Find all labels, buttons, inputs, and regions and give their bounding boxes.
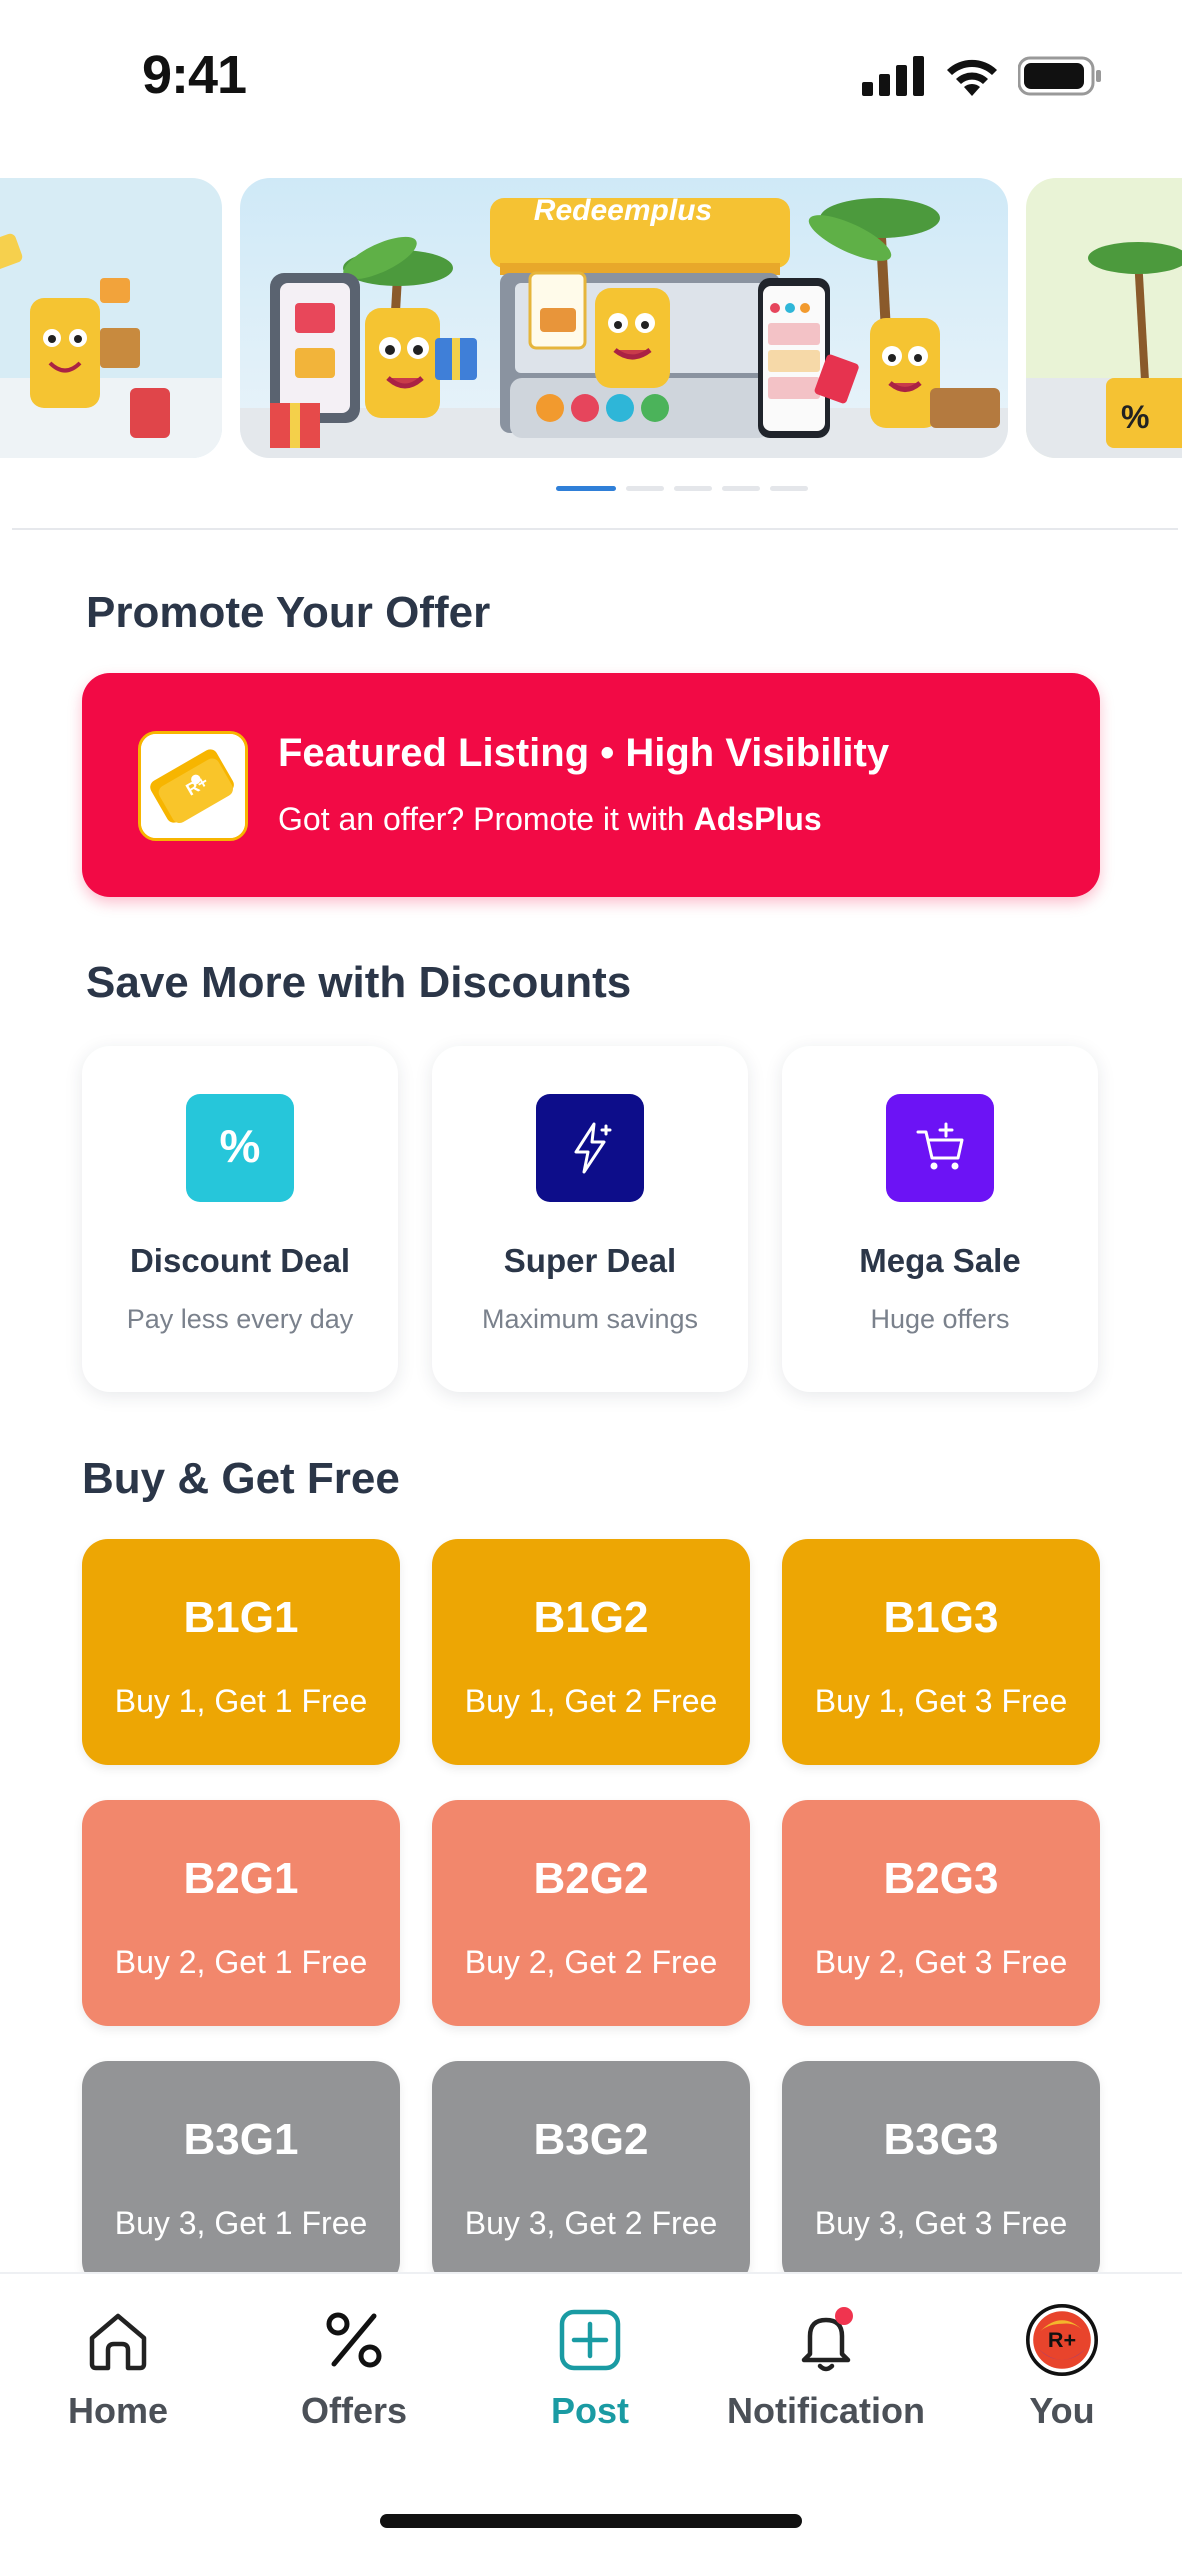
- nav-label: You: [1029, 2390, 1095, 2431]
- nav-notification[interactable]: Notification: [708, 2274, 944, 2474]
- offer-tile-b2g1[interactable]: B2G1 Buy 2, Get 1 Free: [82, 1800, 400, 2026]
- plus-square-icon: [554, 2304, 626, 2376]
- offer-tile-desc: Buy 3, Get 2 Free: [464, 2205, 718, 2241]
- offer-tile-desc: Buy 2, Get 1 Free: [114, 1944, 368, 1980]
- offer-tile-b1g1[interactable]: B1G1 Buy 1, Get 1 Free: [82, 1539, 400, 1765]
- offer-tile-b3g3[interactable]: B3G3 Buy 3, Get 3 Free: [782, 2061, 1100, 2272]
- offer-tile-b2g2[interactable]: B2G2 Buy 2, Get 2 Free: [432, 1800, 750, 2026]
- offer-tile-b3g2[interactable]: B3G2 Buy 3, Get 2 Free: [432, 2061, 750, 2272]
- home-indicator[interactable]: [380, 2514, 802, 2528]
- offer-tile-code: B1G1: [183, 1593, 299, 1642]
- bell-icon: [790, 2304, 862, 2376]
- offer-tile-desc: Buy 1, Get 1 Free: [114, 1683, 368, 1719]
- nav-label: Home: [67, 2390, 169, 2431]
- nav-label: Notification: [727, 2390, 925, 2431]
- avatar: R+: [1026, 2304, 1098, 2376]
- nav-label: Post: [550, 2390, 629, 2431]
- buy-get-grid: B1G1 Buy 1, Get 1 Free B1G2 Buy 1, Get 2…: [0, 0, 1182, 2272]
- offer-tile-b1g2[interactable]: B1G2 Buy 1, Get 2 Free: [432, 1539, 750, 1765]
- offer-tile-code: B1G2: [533, 1593, 649, 1642]
- offer-tile-b2g3[interactable]: B2G3 Buy 2, Get 3 Free: [782, 1800, 1100, 2026]
- offer-tile-desc: Buy 2, Get 2 Free: [464, 1944, 718, 1980]
- offer-tile-desc: Buy 3, Get 3 Free: [814, 2205, 1068, 2241]
- offer-tile-code: B3G1: [183, 2115, 299, 2164]
- nav-you[interactable]: R+ You: [944, 2274, 1180, 2474]
- nav-home[interactable]: Home: [0, 2274, 236, 2474]
- percent-icon: [318, 2304, 390, 2376]
- offer-tile-desc: Buy 1, Get 2 Free: [464, 1683, 718, 1719]
- offer-tile-desc: Buy 3, Get 1 Free: [114, 2205, 368, 2241]
- nav-label: Offers: [300, 2390, 408, 2431]
- offer-tile-b3g1[interactable]: B3G1 Buy 3, Get 1 Free: [82, 2061, 400, 2272]
- bottom-nav: Home Offers Post Notification R+ You: [0, 2272, 1182, 2560]
- svg-text:R+: R+: [1048, 2327, 1076, 2352]
- offer-tile-code: B3G3: [883, 2115, 999, 2164]
- nav-post[interactable]: Post: [472, 2274, 708, 2474]
- offer-tile-code: B2G3: [883, 1854, 999, 1903]
- offer-tile-desc: Buy 1, Get 3 Free: [814, 1683, 1068, 1719]
- offer-tile-code: B1G3: [883, 1593, 999, 1642]
- home-icon: [82, 2304, 154, 2376]
- offer-tile-code: B2G2: [533, 1854, 649, 1903]
- offer-tile-desc: Buy 2, Get 3 Free: [814, 1944, 1068, 1980]
- offer-tile-code: B2G1: [183, 1854, 299, 1903]
- offer-tile-b1g3[interactable]: B1G3 Buy 1, Get 3 Free: [782, 1539, 1100, 1765]
- nav-offers[interactable]: Offers: [236, 2274, 472, 2474]
- offer-tile-code: B3G2: [533, 2115, 649, 2164]
